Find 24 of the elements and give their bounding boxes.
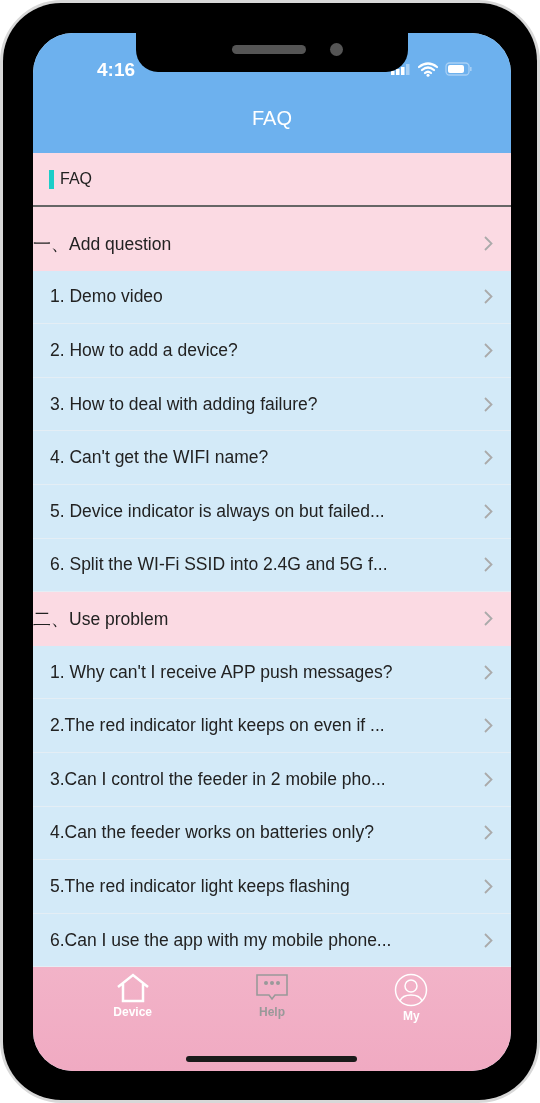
chevron-icon (484, 878, 493, 894)
chevron-icon (484, 503, 493, 519)
chevron-icon (484, 664, 493, 680)
category-row[interactable]: 二、Use problem (33, 592, 511, 646)
accent-bar (49, 169, 54, 189)
chevron-icon (484, 611, 493, 627)
chevron-icon (484, 343, 493, 358)
chevron-icon (484, 718, 493, 734)
signal-icon (391, 63, 411, 75)
wifi-icon (418, 61, 438, 77)
chevron-icon (484, 825, 493, 841)
status-time: 4:16 (97, 59, 136, 81)
section-title: FAQ (60, 170, 92, 188)
chevron-icon (484, 289, 493, 305)
category-row[interactable]: 一、Add question (33, 217, 511, 271)
chevron-icon (484, 450, 493, 466)
chevron-icon (484, 396, 493, 412)
chevron-icon (484, 557, 493, 573)
battery-icon (445, 62, 473, 76)
profile-icon (394, 973, 429, 1008)
chevron-icon (484, 932, 493, 948)
chevron-icon (484, 771, 493, 787)
screen-title: FAQ (252, 107, 292, 130)
chevron-icon (484, 236, 493, 252)
